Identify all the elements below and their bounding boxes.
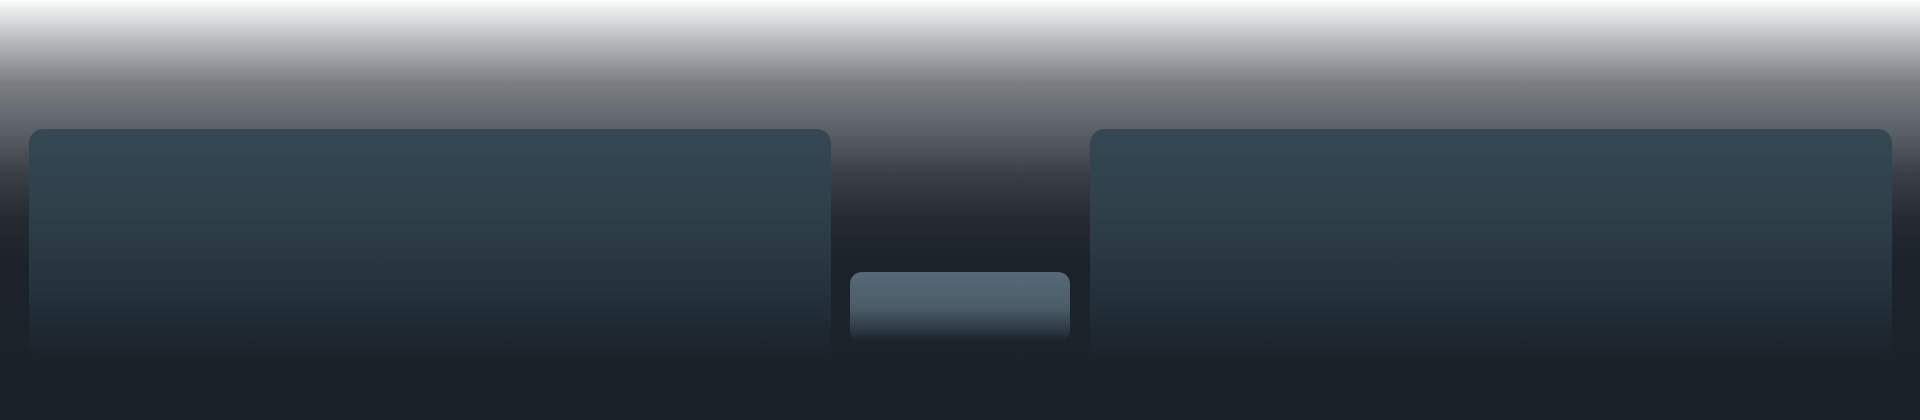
left-panel [29,129,831,359]
right-panel [1090,129,1892,359]
center-tab[interactable] [850,272,1070,342]
